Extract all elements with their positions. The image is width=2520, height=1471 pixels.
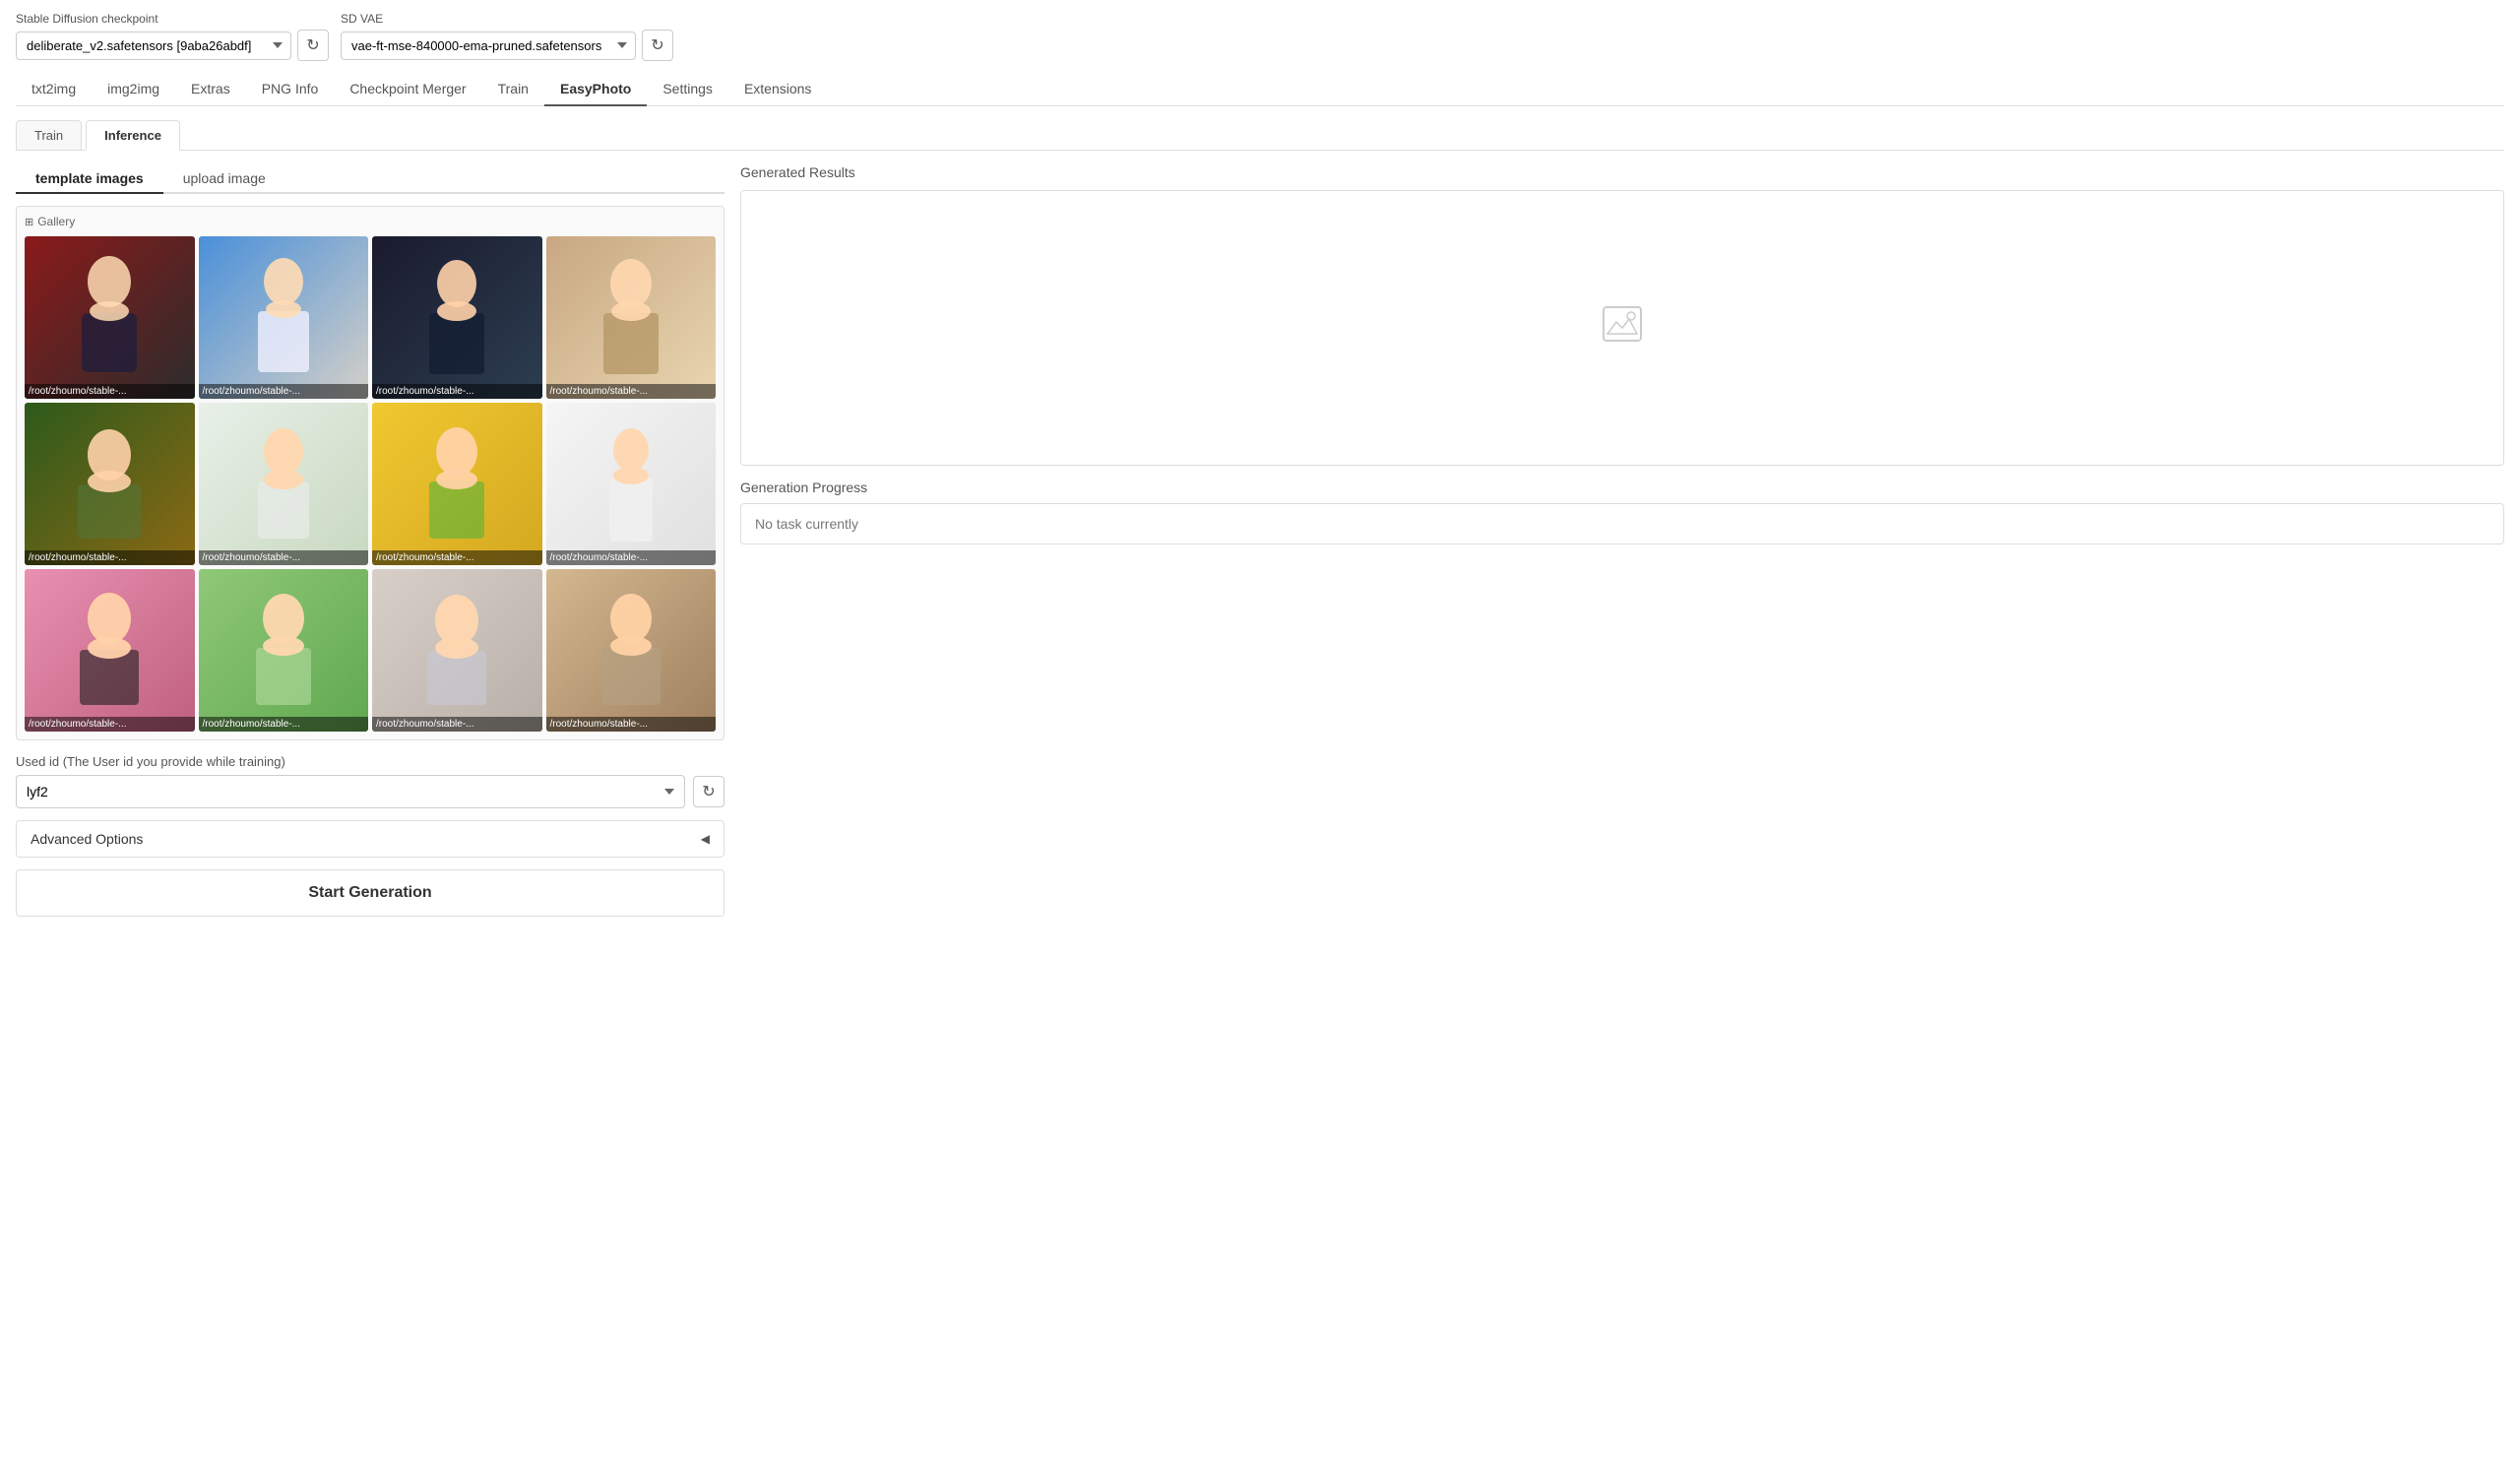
gallery-item[interactable]: /root/zhoumo/stable-... [25,569,195,732]
gallery-header: ⊞ Gallery [25,215,716,228]
gallery-item[interactable]: /root/zhoumo/stable-... [25,236,195,399]
gallery-path-5: /root/zhoumo/stable-... [25,550,195,565]
gallery-image-4 [546,236,717,399]
vae-select[interactable]: vae-ft-mse-840000-ema-pruned.safetensors [341,32,636,60]
vae-wrap: vae-ft-mse-840000-ema-pruned.safetensors… [341,30,673,61]
gallery-image-12 [546,569,717,732]
generated-image-area [740,190,2504,466]
progress-box: No task currently [740,503,2504,544]
checkpoint-label: Stable Diffusion checkpoint [16,12,329,26]
tab-easyphoto[interactable]: EasyPhoto [544,73,647,106]
triangle-icon: ◀ [701,832,710,846]
gallery-grid-icon: ⊞ [25,216,33,228]
gallery-path-7: /root/zhoumo/stable-... [372,550,542,565]
gallery-grid: /root/zhoumo/stable-... /root/zhoumo/sta… [25,236,716,732]
gallery-path-2: /root/zhoumo/stable-... [199,384,369,399]
gallery-image-5 [25,403,195,565]
gallery-image-7 [372,403,542,565]
gallery-path-12: /root/zhoumo/stable-... [546,717,717,732]
right-panel: Generated Results Generation Progress No… [740,164,2504,917]
left-panel: template images upload image ⊞ Gallery [16,164,724,917]
tab-extras[interactable]: Extras [175,73,246,106]
gallery-image-11 [372,569,542,732]
gallery-item[interactable]: /root/zhoumo/stable-... [372,403,542,565]
sub-tabs: Train Inference [16,120,2504,151]
tab-checkpoint-merger[interactable]: Checkpoint Merger [334,73,481,106]
user-id-row: lyf2 ↻ [16,775,724,808]
gallery-image-2 [199,236,369,399]
gallery-path-11: /root/zhoumo/stable-... [372,717,542,732]
gallery-path-6: /root/zhoumo/stable-... [199,550,369,565]
vae-label: SD VAE [341,12,673,26]
tab-pnginfo[interactable]: PNG Info [246,73,335,106]
tab-extensions[interactable]: Extensions [728,73,827,106]
gallery-image-8 [546,403,717,565]
checkpoint-wrap: deliberate_v2.safetensors [9aba26abdf] ↻ [16,30,329,61]
gallery-item[interactable]: /root/zhoumo/stable-... [25,403,195,565]
gallery-path-1: /root/zhoumo/stable-... [25,384,195,399]
gallery-item[interactable]: /root/zhoumo/stable-... [199,236,369,399]
gallery-item[interactable]: /root/zhoumo/stable-... [546,569,717,732]
image-tabs: template images upload image [16,164,724,194]
gallery-item[interactable]: /root/zhoumo/stable-... [199,403,369,565]
vae-group: SD VAE vae-ft-mse-840000-ema-pruned.safe… [341,12,673,61]
user-id-refresh-btn[interactable]: ↻ [693,776,724,807]
gallery-image-6 [199,403,369,565]
gallery-item[interactable]: /root/zhoumo/stable-... [372,236,542,399]
gallery-item[interactable]: /root/zhoumo/stable-... [199,569,369,732]
vae-refresh-btn[interactable]: ↻ [642,30,673,61]
user-id-label: Used id (The User id you provide while t… [16,754,724,769]
image-placeholder-icon [1603,306,1642,350]
user-id-select[interactable]: lyf2 [16,775,685,808]
image-tab-template[interactable]: template images [16,164,163,194]
gallery-path-8: /root/zhoumo/stable-... [546,550,717,565]
gallery-item[interactable]: /root/zhoumo/stable-... [546,403,717,565]
checkpoint-refresh-btn[interactable]: ↻ [297,30,329,61]
gallery-item[interactable]: /root/zhoumo/stable-... [372,569,542,732]
gallery-path-4: /root/zhoumo/stable-... [546,384,717,399]
tab-settings[interactable]: Settings [647,73,728,106]
tab-train[interactable]: Train [482,73,544,106]
checkpoint-group: Stable Diffusion checkpoint deliberate_v… [16,12,329,61]
advanced-options-label: Advanced Options [31,831,143,847]
tab-img2img[interactable]: img2img [92,73,175,106]
gallery-path-10: /root/zhoumo/stable-... [199,717,369,732]
gallery-path-9: /root/zhoumo/stable-... [25,717,195,732]
top-bar: Stable Diffusion checkpoint deliberate_v… [16,12,2504,61]
advanced-options-toggle[interactable]: Advanced Options ◀ [16,820,724,858]
gallery-image-3 [372,236,542,399]
sub-tab-train[interactable]: Train [16,120,82,150]
main-layout: template images upload image ⊞ Gallery [16,164,2504,917]
gallery-label: Gallery [37,215,75,228]
gallery-path-3: /root/zhoumo/stable-... [372,384,542,399]
gallery-image-1 [25,236,195,399]
gallery-image-9 [25,569,195,732]
checkpoint-select[interactable]: deliberate_v2.safetensors [9aba26abdf] [16,32,291,60]
generation-progress-label: Generation Progress [740,480,2504,495]
nav-tabs: txt2img img2img Extras PNG Info Checkpoi… [16,73,2504,106]
start-generation-button[interactable]: Start Generation [16,869,724,917]
gallery-item[interactable]: /root/zhoumo/stable-... [546,236,717,399]
generated-results-label: Generated Results [740,164,2504,180]
no-task-text: No task currently [755,516,858,532]
image-tab-upload[interactable]: upload image [163,164,285,194]
gallery-container: ⊞ Gallery /root/zhoumo/stable-... [16,206,724,740]
gallery-image-10 [199,569,369,732]
sub-tab-inference[interactable]: Inference [86,120,180,151]
tab-txt2img[interactable]: txt2img [16,73,92,106]
